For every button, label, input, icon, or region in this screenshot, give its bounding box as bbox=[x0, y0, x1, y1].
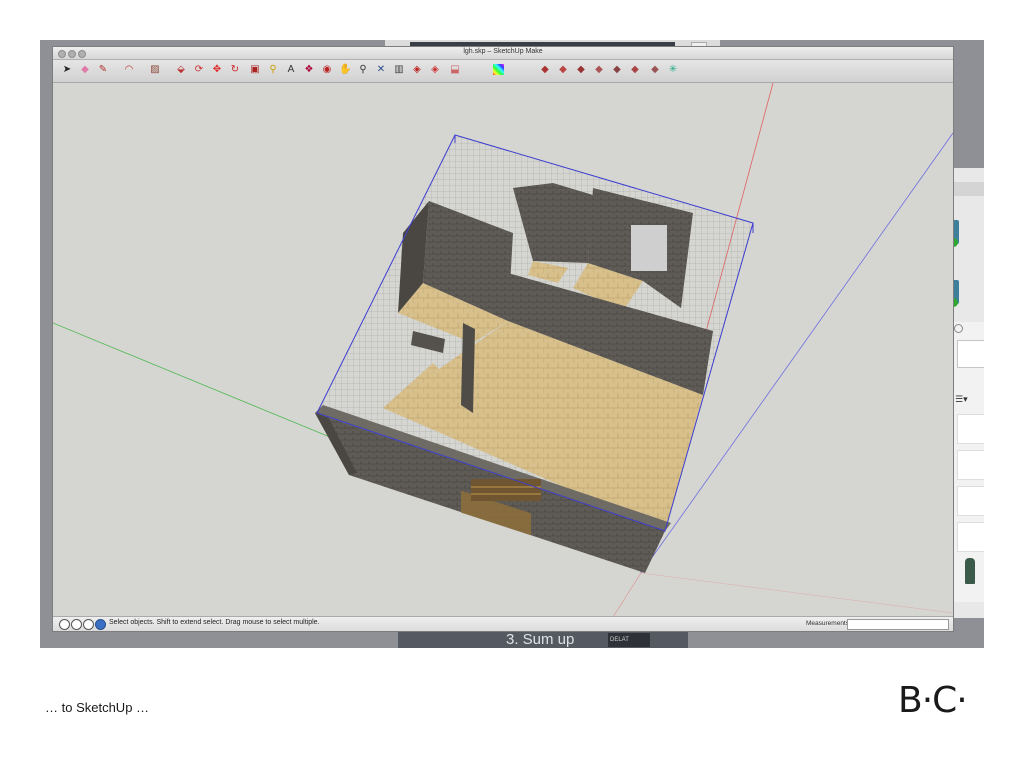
screenshot: ☰▾ 3. Sum up DELAT lgh.skp – SketchUp Ma… bbox=[40, 40, 984, 648]
measurements-input[interactable] bbox=[847, 619, 949, 630]
drawing-viewport[interactable] bbox=[53, 83, 953, 617]
list-view-icon[interactable]: ☰▾ bbox=[955, 394, 968, 405]
component-thumbnail[interactable] bbox=[957, 414, 984, 444]
red-axis-extension bbox=[612, 572, 642, 617]
paint-bucket-icon[interactable]: ❖ bbox=[303, 64, 315, 76]
close-icon[interactable] bbox=[954, 324, 963, 333]
axes-icon[interactable]: ✳ bbox=[667, 64, 679, 76]
component-thumbnail[interactable] bbox=[957, 450, 984, 480]
zoom-icon[interactable]: ⚲ bbox=[357, 64, 369, 76]
extension-icon[interactable]: ◈ bbox=[411, 64, 423, 76]
measurements-label: Measurements bbox=[806, 620, 849, 627]
zoom-extents-icon[interactable]: ✕ bbox=[375, 64, 387, 76]
arc-icon[interactable]: ◠ bbox=[123, 64, 135, 76]
geo-location-icon[interactable] bbox=[71, 619, 82, 630]
status-text: Select objects. Shift to extend select. … bbox=[109, 619, 320, 626]
iso-view-icon[interactable]: ◆ bbox=[539, 64, 551, 76]
right-view-icon[interactable]: ◆ bbox=[593, 64, 605, 76]
title-bar: lgh.skp – SketchUp Make bbox=[53, 47, 953, 60]
axis-extension bbox=[640, 572, 953, 614]
orbit-icon[interactable]: ◉ bbox=[321, 64, 333, 76]
model-canvas[interactable] bbox=[53, 83, 953, 617]
slide-caption: … to SketchUp … bbox=[45, 700, 150, 715]
rectangle-icon[interactable]: ▨ bbox=[149, 64, 161, 76]
background-slide-title: 3. Sum up bbox=[506, 631, 575, 648]
push-pull-icon[interactable]: ⬙ bbox=[175, 64, 187, 76]
help-icon[interactable] bbox=[95, 619, 106, 630]
back-view-icon[interactable]: ◆ bbox=[611, 64, 623, 76]
pencil-icon[interactable]: ✎ bbox=[97, 64, 109, 76]
layout-icon[interactable]: ⬓ bbox=[449, 64, 461, 76]
3d-warehouse-icon[interactable]: ▥ bbox=[393, 64, 405, 76]
front-view-icon[interactable]: ◆ bbox=[575, 64, 587, 76]
status-bar: Select objects. Shift to extend select. … bbox=[53, 616, 953, 631]
info-icon[interactable] bbox=[59, 619, 70, 630]
window-title: lgh.skp – SketchUp Make bbox=[463, 48, 543, 55]
scale-icon[interactable]: ▣ bbox=[249, 64, 261, 76]
background-tag: DELAT bbox=[608, 633, 650, 647]
move-icon[interactable]: ✥ bbox=[211, 64, 223, 76]
follow-me-icon[interactable]: ⟳ bbox=[193, 64, 205, 76]
company-logo: B·C· bbox=[898, 680, 968, 721]
section-icon[interactable]: ◆ bbox=[649, 64, 661, 76]
sketchup-window: lgh.skp – SketchUp Make ➤ ◆ ✎ ◠ ▨ ⬙ ⟳ ✥ ↻ ▣ ⚲ A ❖ ◉ ✋ ⚲… bbox=[52, 46, 954, 632]
components-panel: ☰▾ bbox=[950, 322, 984, 602]
person-figure-icon[interactable] bbox=[965, 558, 975, 584]
user-icon[interactable] bbox=[83, 619, 94, 630]
text-icon[interactable]: A bbox=[285, 64, 297, 76]
bookshelf-front[interactable] bbox=[471, 479, 541, 501]
door-frame[interactable] bbox=[461, 323, 475, 413]
background-slide: 3. Sum up DELAT bbox=[398, 630, 688, 648]
top-view-icon[interactable]: ◆ bbox=[557, 64, 569, 76]
share-icon[interactable]: ◈ bbox=[429, 64, 441, 76]
window-opening[interactable] bbox=[631, 225, 667, 271]
pan-icon[interactable]: ✋ bbox=[339, 64, 351, 76]
component-search-field[interactable] bbox=[957, 340, 984, 368]
tape-measure-icon[interactable]: ⚲ bbox=[267, 64, 279, 76]
rotate-icon[interactable]: ↻ bbox=[229, 64, 241, 76]
left-view-icon[interactable]: ◆ bbox=[629, 64, 641, 76]
eraser-icon[interactable]: ◆ bbox=[79, 64, 91, 76]
toolbar: ➤ ◆ ✎ ◠ ▨ ⬙ ⟳ ✥ ↻ ▣ ⚲ A ❖ ◉ ✋ ⚲ ✕ ▥ ◈ ◈ ⬓ ◆ ◆ ◆ ◆ ◆ ◆ ◆ ✳ bbox=[53, 60, 953, 83]
component-thumbnail[interactable] bbox=[957, 522, 984, 552]
select-arrow-icon[interactable]: ➤ bbox=[61, 64, 73, 76]
styles-icon[interactable] bbox=[493, 64, 504, 75]
component-thumbnail[interactable] bbox=[957, 486, 984, 516]
